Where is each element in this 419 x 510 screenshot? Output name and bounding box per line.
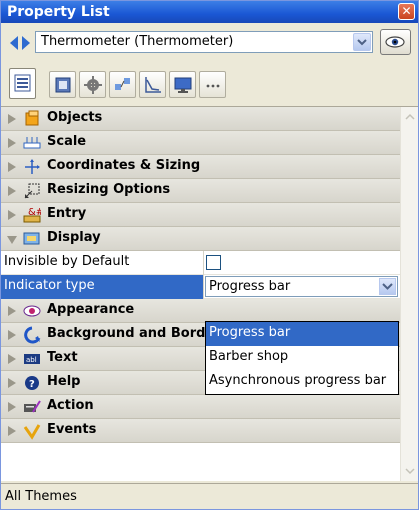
events-icon: [23, 424, 41, 440]
tab-gear[interactable]: [79, 71, 106, 98]
theme-coordinates[interactable]: Coordinates & Sizing: [1, 155, 400, 179]
dropdown-option[interactable]: Barber shop: [206, 346, 398, 370]
svg-text:&#: &#: [28, 207, 41, 218]
chart-icon: [145, 77, 161, 93]
svg-text:abl: abl: [26, 356, 37, 364]
theme-label: Entry: [47, 206, 87, 221]
hierarchy-icon: [115, 78, 130, 90]
svg-text:?: ?: [29, 379, 35, 390]
expand-arrow-icon[interactable]: [8, 138, 16, 148]
theme-label: Appearance: [47, 302, 135, 317]
object-selector-value: Thermometer (Thermometer): [41, 34, 234, 49]
close-button[interactable]: ✕: [398, 3, 415, 20]
expand-arrow-icon[interactable]: [8, 114, 16, 124]
expand-arrow-icon[interactable]: [8, 210, 16, 220]
text-icon: abl: [24, 354, 40, 364]
tool-tabs: [1, 63, 418, 107]
vertical-scrollbar[interactable]: [400, 107, 418, 481]
scroll-up-button[interactable]: [402, 109, 418, 126]
property-list-window: Property List ✕ Thermometer (Thermometer…: [0, 0, 419, 510]
monitor-icon: [174, 77, 192, 93]
expand-arrow-icon[interactable]: [8, 402, 16, 412]
expand-arrow-icon[interactable]: [8, 186, 16, 196]
resizing-icon: [24, 183, 40, 199]
status-text: All Themes: [5, 489, 77, 504]
background-icon: [24, 326, 41, 344]
indicator-type-value: Progress bar: [209, 279, 291, 294]
appearance-icon: [23, 305, 41, 317]
indicator-type-combo[interactable]: Progress bar: [205, 276, 398, 297]
theme-label: Objects: [47, 110, 103, 125]
theme-label: Background and Border: [47, 326, 221, 341]
tab-more[interactable]: [199, 71, 226, 98]
dropdown-option[interactable]: Progress bar: [206, 322, 398, 346]
theme-objects[interactable]: Objects: [1, 107, 400, 131]
object-icon: [55, 77, 71, 93]
more-icon: [206, 84, 220, 88]
scroll-down-button[interactable]: [402, 462, 418, 479]
chevron-up-icon: [405, 113, 415, 120]
prop-label: Indicator type: [1, 275, 204, 299]
theme-label: Action: [47, 398, 94, 413]
theme-scale[interactable]: Scale: [1, 131, 400, 155]
chevron-down-icon[interactable]: [353, 33, 371, 51]
object-selector-combo[interactable]: Thermometer (Thermometer): [35, 31, 373, 53]
expand-arrow-icon[interactable]: [8, 306, 16, 316]
theme-label: Text: [47, 350, 78, 365]
property-list: Objects Scale Coordinates & Sizing Resiz…: [1, 107, 400, 481]
tab-monitor[interactable]: [169, 71, 196, 98]
coordinates-icon: [25, 159, 40, 174]
object-selector-row: Thermometer (Thermometer): [1, 23, 418, 63]
tab-hierarchy[interactable]: [109, 71, 136, 98]
status-bar: All Themes: [1, 483, 418, 509]
help-icon: ?: [25, 376, 39, 390]
theme-label: Help: [47, 374, 81, 389]
prev-next-arrows-icon[interactable]: [10, 35, 30, 51]
prop-label: Invisible by Default: [1, 251, 204, 275]
theme-events[interactable]: Events: [1, 419, 400, 443]
prop-invisible-by-default: Invisible by Default: [1, 251, 400, 275]
theme-label: Resizing Options: [47, 182, 171, 197]
invisible-checkbox[interactable]: [206, 255, 221, 270]
list-icon: [14, 74, 31, 92]
theme-resizing[interactable]: Resizing Options: [1, 179, 400, 203]
tab-list[interactable]: [9, 68, 36, 99]
expand-arrow-icon[interactable]: [8, 426, 16, 436]
entry-icon: &#: [23, 207, 41, 223]
tab-chart[interactable]: [139, 71, 166, 98]
eye-button[interactable]: [380, 29, 411, 55]
theme-label: Coordinates & Sizing: [47, 158, 201, 173]
dropdown-option[interactable]: Asynchronous progress bar: [206, 370, 398, 394]
indicator-type-dropdown: Progress bar Barber shop Asynchronous pr…: [205, 321, 399, 395]
theme-action[interactable]: Action: [1, 395, 400, 419]
expand-arrow-icon[interactable]: [8, 330, 16, 340]
chevron-down-icon: [405, 468, 415, 475]
expand-arrow-icon[interactable]: [8, 378, 16, 388]
display-icon: [23, 232, 40, 245]
gear-icon: [84, 76, 102, 94]
theme-label: Scale: [47, 134, 87, 149]
theme-label: Display: [47, 230, 101, 245]
theme-label: Events: [47, 422, 97, 437]
collapse-arrow-icon[interactable]: [7, 236, 17, 244]
theme-appearance[interactable]: Appearance: [1, 299, 400, 323]
prop-indicator-type: Indicator type Progress bar: [1, 275, 400, 299]
expand-arrow-icon[interactable]: [8, 162, 16, 172]
eye-icon: [385, 36, 405, 48]
expand-arrow-icon[interactable]: [8, 354, 16, 364]
theme-display[interactable]: Display: [1, 227, 400, 251]
theme-entry[interactable]: &# Entry: [1, 203, 400, 227]
title-bar: Property List ✕: [1, 1, 418, 23]
tab-object[interactable]: [49, 71, 76, 98]
objects-icon: [25, 110, 39, 126]
window-title: Property List: [7, 4, 110, 20]
chevron-down-icon[interactable]: [379, 278, 396, 295]
scale-icon: [23, 137, 41, 149]
action-icon: [24, 400, 41, 413]
